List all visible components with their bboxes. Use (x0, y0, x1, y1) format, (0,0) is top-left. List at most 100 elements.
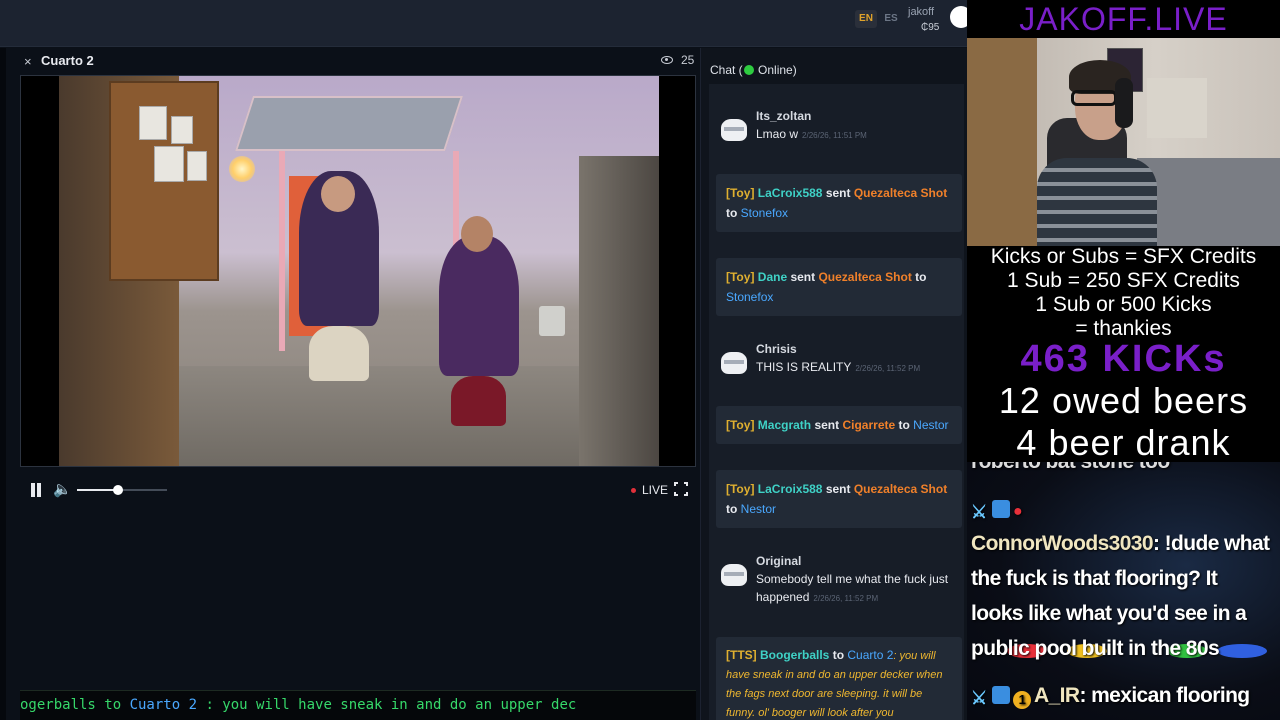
gift-sender[interactable]: LaCroix588 (758, 482, 823, 496)
left-rail (0, 48, 6, 720)
overlay-chat-line: ⚔ 1 A_IR: mexican flooring (971, 678, 1276, 713)
gift-target[interactable]: Nestor (913, 418, 948, 432)
chat-online-label: Online) (754, 63, 797, 77)
ticker-message: : you will have sneak in and do an upper… (197, 697, 577, 713)
video-controls: 🔈 LIVE (20, 478, 696, 502)
ticker-to: to (95, 697, 130, 713)
gift-to: to (895, 418, 914, 432)
chat-username[interactable]: Its_zoltan (756, 109, 811, 123)
sub-badge-icon (992, 686, 1010, 704)
sword-badge-icon: ⚔ (971, 688, 987, 708)
gift-to: to (911, 270, 927, 284)
fullscreen-icon[interactable] (673, 481, 689, 497)
chat-username[interactable]: Chrisis (756, 342, 797, 356)
tts-sender[interactable]: Boogerballs (760, 648, 829, 662)
chat-list[interactable]: Its_zoltan Lmao w 2/26/26, 11:51 PM [Toy]… (709, 84, 964, 720)
pause-icon[interactable] (30, 483, 42, 497)
overlay-chat-text: !dude what (1164, 532, 1270, 555)
chat-timestamp: 2/26/26, 11:52 PM (855, 364, 921, 373)
live-label[interactable]: LIVE (642, 483, 668, 497)
tts-target[interactable]: Cuarto 2 (847, 648, 893, 662)
gift-tag: [Toy] (726, 186, 755, 200)
kicks-counter: 463 KICKs (1020, 338, 1227, 380)
gift-message: [Toy] LaCroix588 sent Quezalteca Shot to… (716, 174, 962, 232)
gift-target[interactable]: Nestor (741, 502, 776, 516)
gift-tag: [Toy] (726, 482, 755, 496)
ticker-sender: ogerballs (20, 697, 96, 713)
chat-message: Chrisis THIS IS REALITY 2/26/26, 11:52 PM (709, 342, 964, 392)
user-balance: ₵95 (921, 22, 940, 33)
overlay-rules-line: Kicks or Subs = SFX Credits (990, 245, 1257, 268)
overlay-chat-line: roberto bat stone too (971, 462, 1276, 479)
overlay-rules-line: 1 Sub or 500 Kicks (1035, 293, 1212, 316)
eye-icon (661, 56, 673, 64)
streamer-webcam (967, 38, 1280, 246)
gift-item: Quezalteca Shot (853, 186, 948, 200)
chat-header: Chat ( Online) (710, 63, 797, 77)
avatar-icon[interactable] (721, 119, 747, 141)
brand-title: JAKOFF.LIVE (1019, 1, 1228, 37)
rank-badge: 1 (1013, 691, 1031, 709)
volume-icon[interactable]: 🔈 (53, 481, 72, 499)
overlay-chat-line: looks like what you'd see in a (971, 602, 1247, 625)
chat-header-label: Chat ( (710, 63, 743, 77)
melon-emote-icon: ● (1013, 503, 1023, 520)
gift-verb: sent (822, 482, 854, 496)
chat-timestamp: 2/26/26, 11:51 PM (802, 131, 867, 140)
avatar-icon[interactable] (721, 564, 747, 586)
overlay-rules-line: 1 Sub = 250 SFX Credits (1007, 269, 1240, 292)
chat-panel: Chat ( Online) Its_zoltan Lmao w 2/26/26,… (700, 48, 967, 720)
gift-message: [Toy] Dane sent Quezalteca Shot to Stone… (716, 258, 962, 316)
tts-tag: [TTS] (726, 648, 757, 662)
gift-target[interactable]: Stonefox (726, 290, 773, 304)
avatar-icon[interactable] (721, 352, 747, 374)
gift-verb: sent (811, 418, 843, 432)
overlay-chat-line: ConnorWoods3030: !dude what (971, 532, 1270, 555)
online-dot (743, 65, 754, 75)
chat-text: Lmao w 2/26/26, 11:51 PM (756, 125, 956, 145)
gift-sender[interactable]: LaCroix588 (758, 186, 823, 200)
lang-es-button[interactable]: ES (880, 10, 902, 28)
chat-username[interactable]: Original (756, 554, 801, 568)
sword-badge-icon: ⚔ (971, 502, 987, 522)
overlay-chat-user: A_IR (1034, 684, 1080, 707)
gift-message: [Toy] Macgrath sent Cigarrete to Nestor (716, 406, 962, 444)
chat-text: Somebody tell me what the fuck just happ… (756, 570, 956, 608)
gift-target[interactable]: Stonefox (741, 206, 788, 220)
sub-badge-icon (992, 500, 1010, 518)
tts-to: to (829, 648, 848, 662)
live-indicator-dot (631, 488, 636, 493)
streamer-overlay: JAKOFF.LIVE Kicks or Subs = SFX Credits … (967, 0, 1280, 720)
gift-tag: [Toy] (726, 270, 755, 284)
overlay-badges: ⚔ ● (971, 492, 1276, 529)
gift-item: Cigarrete (842, 418, 896, 432)
chat-text-body: THIS IS REALITY (756, 360, 852, 374)
username[interactable]: jakoff (908, 6, 934, 18)
room-header: × Cuarto 2 25 (20, 48, 696, 74)
gift-message: [Toy] LaCroix588 sent Quezalteca Shot to… (716, 470, 962, 528)
drank-beers: 4 beer drank (1016, 422, 1231, 463)
tts-ticker: ogerballs to Cuarto 2 : you will have sn… (20, 690, 696, 720)
overlay-chat-text: mexican flooring (1091, 684, 1250, 707)
gift-item: Quezalteca Shot (853, 482, 948, 496)
overlay-chat: roberto bat stone too ⚔● ConnorWoods3030… (967, 462, 1280, 720)
ticker-target: Cuarto 2 (129, 697, 198, 713)
tts-message: [TTS] Boogerballs to Cuarto 2: you will … (716, 637, 962, 720)
volume-slider-fill (77, 489, 118, 491)
overlay-chat-line: the fuck is that flooring? It (971, 567, 1218, 590)
gift-sender[interactable]: Dane (758, 270, 787, 284)
chat-text-body: Lmao w (756, 127, 799, 141)
video-player[interactable] (20, 75, 696, 467)
overlay-chat-line: public pool built in the 80s (971, 637, 1220, 660)
camera-feed (59, 76, 659, 466)
top-bar: EN ES jakoff ₵95 (0, 0, 972, 47)
gift-sender[interactable]: Macgrath (758, 418, 811, 432)
close-icon[interactable]: × (24, 54, 32, 69)
lang-en-button[interactable]: EN (855, 10, 877, 28)
volume-slider-handle[interactable] (112, 485, 123, 495)
owed-beers: 12 owed beers (998, 380, 1249, 421)
gift-verb: sent (822, 186, 854, 200)
gift-item: Quezalteca Shot (818, 270, 912, 284)
gift-tag: [Toy] (726, 418, 755, 432)
gift-to: to (726, 502, 741, 516)
